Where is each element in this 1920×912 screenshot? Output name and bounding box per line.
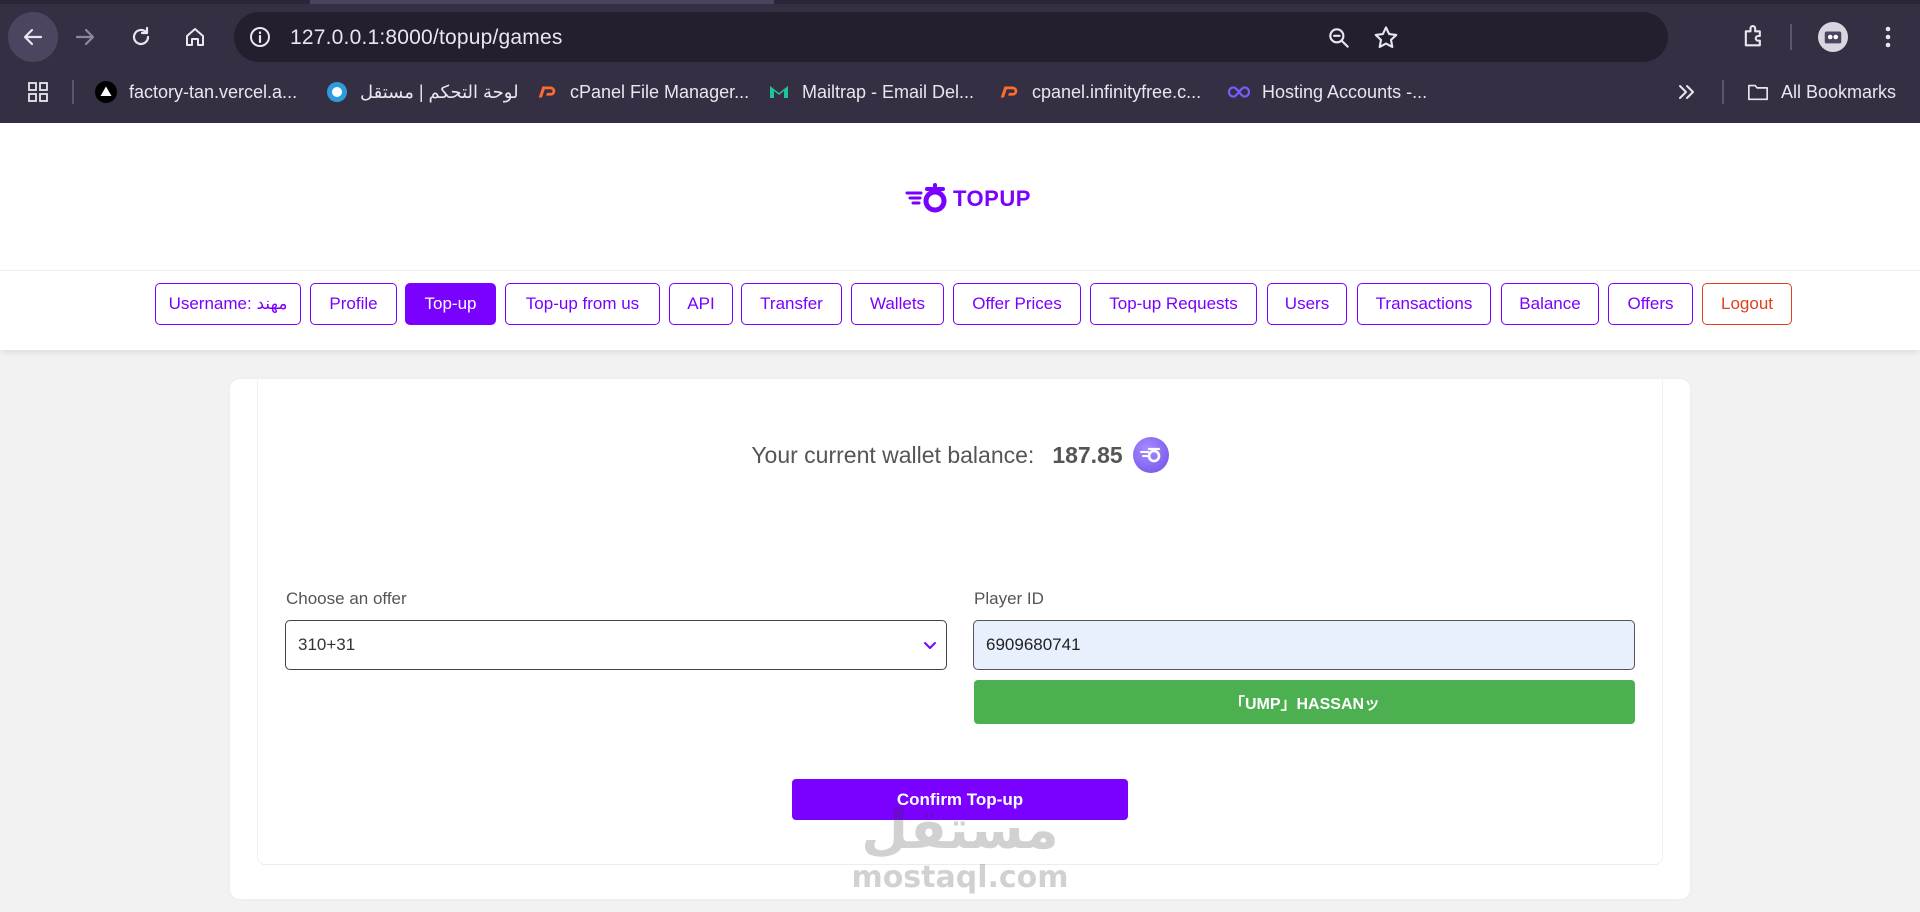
bookmark-divider	[1722, 80, 1724, 104]
player-name-badge: 「UMP」HASSANッ	[974, 680, 1635, 724]
offer-label: Choose an offer	[286, 589, 407, 608]
logo-mark-icon	[905, 183, 947, 213]
toolbar-divider	[1790, 24, 1792, 50]
player-id-input[interactable]: 6909680741	[973, 620, 1635, 670]
bookmark-star-icon[interactable]	[1372, 24, 1400, 52]
bookmark-item[interactable]: لوحة التحكم | مستقل	[326, 78, 519, 106]
nav-offer-prices[interactable]: Offer Prices	[953, 283, 1081, 325]
nav-username[interactable]: Username: مهند	[155, 283, 301, 325]
wallet-balance-label: Your current wallet balance:	[751, 441, 1035, 468]
bookmark-label: cpanel.infinityfree.c...	[1032, 81, 1202, 102]
site-info-icon[interactable]	[248, 25, 272, 49]
chevron-down-icon	[924, 642, 936, 649]
offer-select[interactable]: 310+31	[285, 620, 947, 670]
cpanel-icon	[998, 81, 1020, 103]
tab-strip	[0, 0, 1920, 4]
apps-grid-icon[interactable]	[26, 80, 50, 104]
bookmark-label: Mailtrap - Email Del...	[802, 81, 975, 102]
url-text[interactable]: 127.0.0.1:8000/topup/games	[290, 26, 563, 50]
cpanel-icon	[536, 81, 558, 103]
bookmark-label: cPanel File Manager...	[570, 81, 750, 102]
bookmark-divider	[72, 80, 74, 104]
reload-button[interactable]	[116, 12, 166, 62]
site-header: TOPUP	[0, 123, 1920, 270]
back-button[interactable]	[8, 12, 58, 62]
nav-topup[interactable]: Top-up	[405, 283, 496, 325]
site-logo[interactable]: TOPUP	[905, 183, 1031, 215]
nav-profile[interactable]: Profile	[310, 283, 397, 325]
nav-topup-from-us[interactable]: Top-up from us	[505, 283, 660, 325]
home-button[interactable]	[170, 12, 220, 62]
topup-card: Choose an offer Player ID Your current w…	[230, 379, 1690, 899]
bookmark-item[interactable]: factory-tan.vercel.a...	[95, 78, 297, 106]
nav-api[interactable]: API	[669, 283, 733, 325]
chevron-double-right-icon[interactable]	[1676, 82, 1696, 102]
nav-transfer[interactable]: Transfer	[741, 283, 842, 325]
nav-logout[interactable]: Logout	[1702, 283, 1792, 325]
bookmark-label: Hosting Accounts -...	[1262, 81, 1428, 102]
player-id-label: Player ID	[974, 589, 1044, 608]
browser-menu-icon[interactable]	[1876, 22, 1900, 52]
nav-topup-requests[interactable]: Top-up Requests	[1090, 283, 1257, 325]
address-bar[interactable]: 127.0.0.1:8000/topup/games	[234, 12, 1668, 62]
browser-toolbar: 127.0.0.1:8000/topup/games	[0, 8, 1920, 64]
bookmark-item[interactable]: Mailtrap - Email Del...	[768, 78, 974, 106]
bookmark-label: factory-tan.vercel.a...	[129, 81, 298, 102]
reload-icon	[132, 26, 150, 46]
profile-avatar[interactable]	[1818, 22, 1848, 52]
wallet-balance: Your current wallet balance: 187.85	[230, 437, 1690, 473]
all-bookmarks-label: All Bookmarks	[1781, 81, 1897, 102]
nav-users[interactable]: Users	[1267, 283, 1347, 325]
mailtrap-icon	[768, 81, 790, 103]
coin-icon	[1132, 437, 1169, 473]
bookmark-item[interactable]: cPanel File Manager...	[536, 78, 749, 106]
vercel-icon	[95, 81, 117, 103]
nav-offers[interactable]: Offers	[1608, 283, 1693, 325]
confirm-topup-button[interactable]: Confirm Top-up	[792, 779, 1128, 820]
offer-select-value: 310+31	[298, 635, 356, 654]
bookmark-item[interactable]: cpanel.infinityfree.c...	[998, 78, 1201, 106]
forward-button[interactable]	[60, 12, 110, 62]
folder-icon	[1747, 81, 1769, 103]
player-id-value: 6909680741	[986, 635, 1081, 654]
home-icon	[186, 28, 204, 46]
mostaql-icon	[326, 81, 348, 103]
bookmarks-bar: factory-tan.vercel.a... لوحة التحكم | مس…	[0, 72, 1920, 112]
bookmark-label: لوحة التحكم | مستقل	[360, 81, 519, 102]
bookmark-item[interactable]: Hosting Accounts -...	[1228, 78, 1427, 106]
wallet-balance-amount: 187.85	[1052, 441, 1123, 468]
active-tab[interactable]	[310, 0, 774, 4]
main-nav: Username: مهند Profile Top-up Top-up fro…	[0, 270, 1920, 350]
extensions-icon[interactable]	[1740, 22, 1768, 50]
zoom-icon[interactable]	[1326, 25, 1352, 51]
nav-balance[interactable]: Balance	[1501, 283, 1599, 325]
avatar-icon	[1824, 31, 1842, 44]
arrow-left-icon	[23, 28, 43, 46]
arrow-right-icon	[75, 28, 95, 46]
browser-chrome: 127.0.0.1:8000/topup/games factory-tan.v…	[0, 0, 1920, 123]
logo-text: TOPUP	[953, 186, 1031, 211]
nav-wallets[interactable]: Wallets	[851, 283, 944, 325]
all-bookmarks-button[interactable]: All Bookmarks	[1747, 78, 1896, 106]
infinity-icon	[1228, 81, 1250, 103]
nav-transactions[interactable]: Transactions	[1357, 283, 1491, 325]
